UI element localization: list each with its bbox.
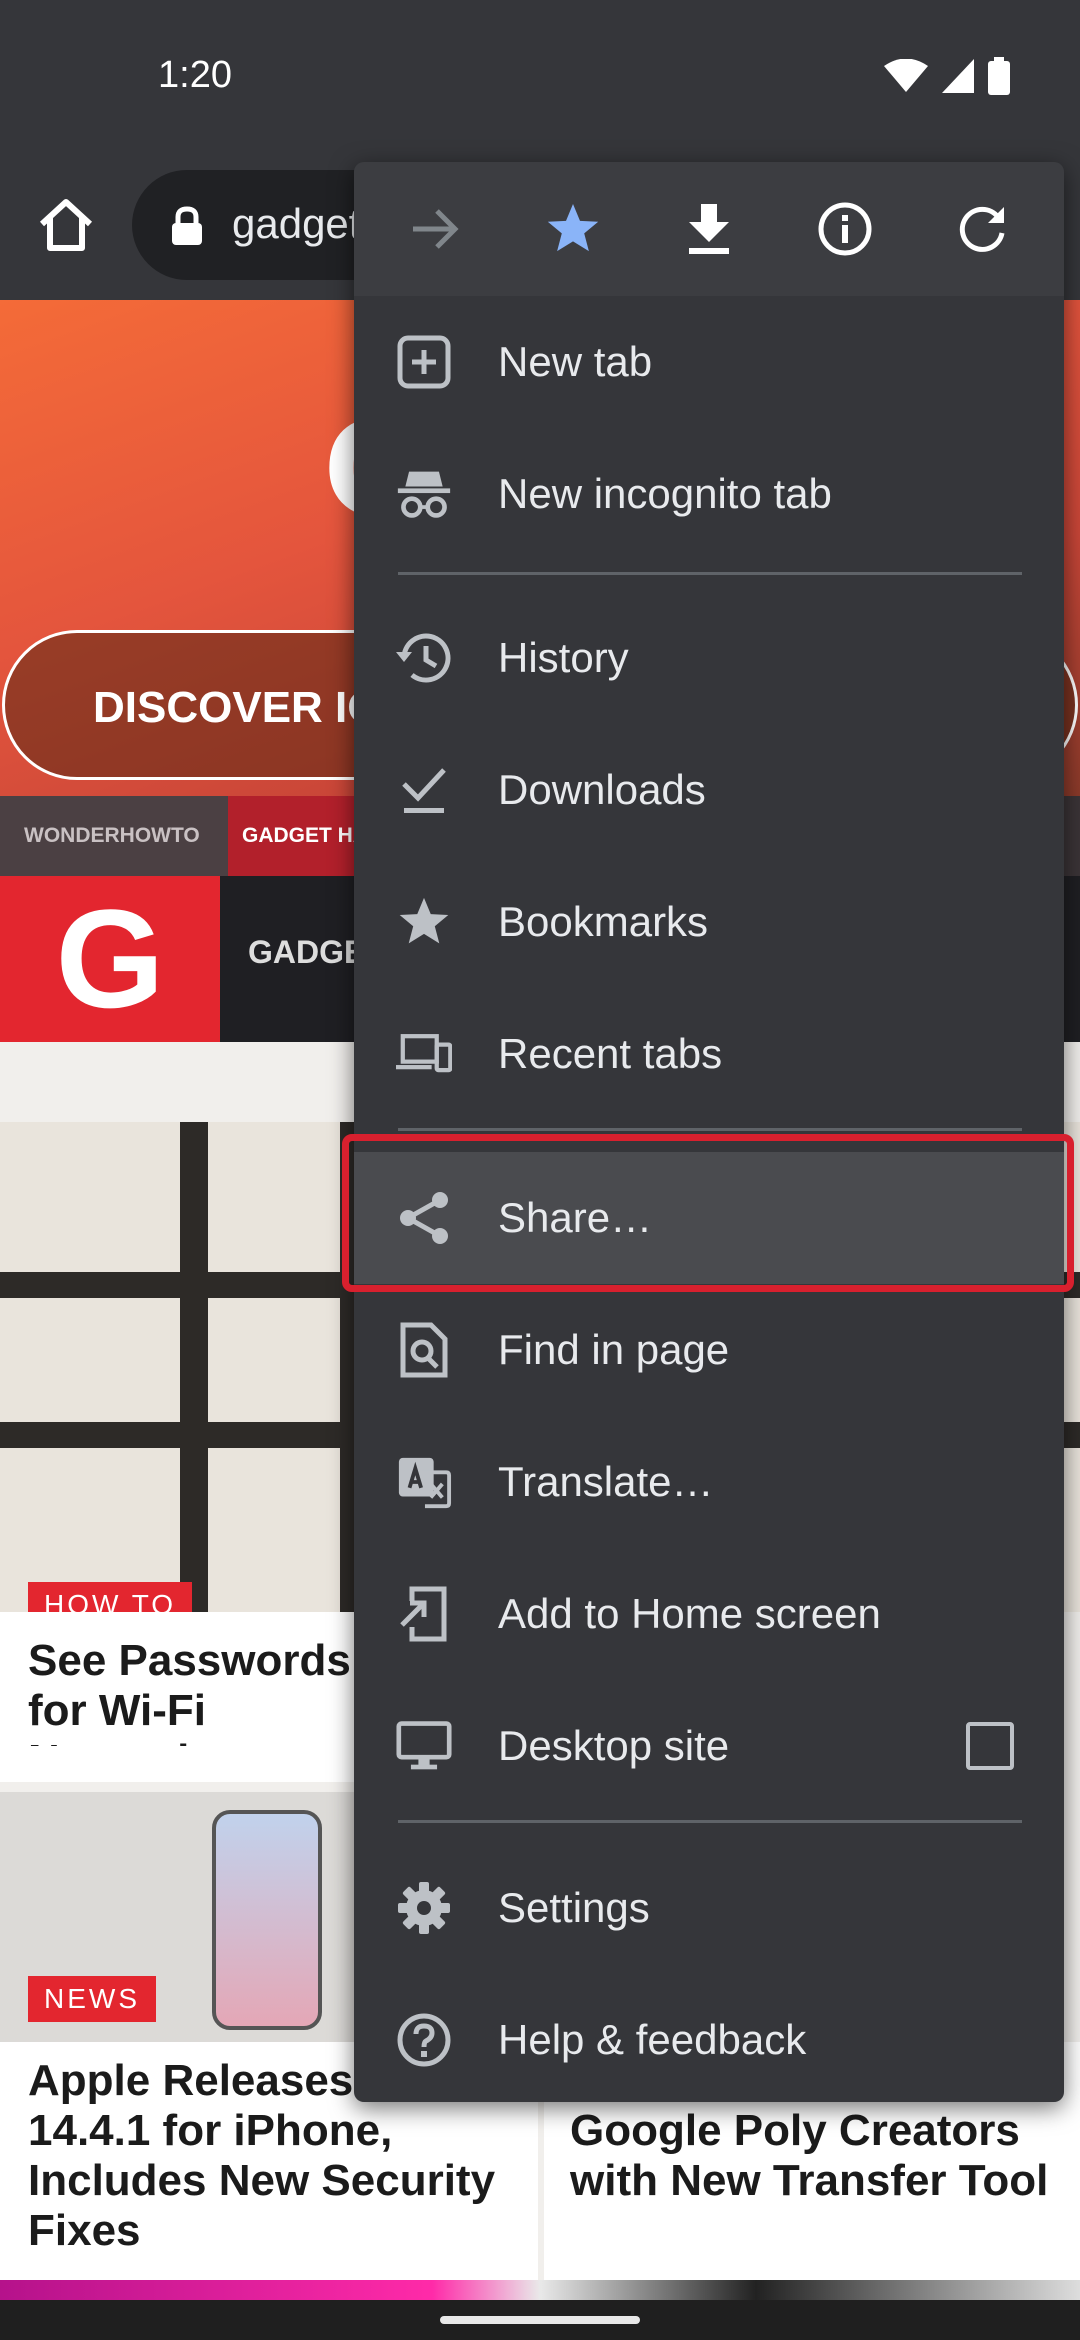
home-button[interactable] — [28, 190, 104, 260]
menu-item-add-to-home-screen[interactable]: Add to Home screen — [354, 1548, 1064, 1680]
article-image-strip — [0, 2280, 1080, 2300]
refresh-button[interactable] — [937, 184, 1027, 274]
menu-item-label: Bookmarks — [498, 898, 709, 945]
home-icon — [39, 199, 93, 251]
overflow-menu: New tab New incognito tab History Downlo… — [354, 162, 1064, 2102]
menu-divider — [398, 1128, 1022, 1131]
info-icon — [818, 202, 872, 256]
menu-item-label: Translate… — [498, 1458, 714, 1505]
menu-item-recent-tabs[interactable]: Recent tabs — [354, 988, 1064, 1120]
download-button[interactable] — [664, 184, 754, 274]
share-highlight-outline — [342, 1134, 1074, 1292]
help-icon — [396, 2012, 452, 2068]
menu-divider — [398, 572, 1022, 575]
menu-item-help-feedback[interactable]: Help & feedback — [354, 1974, 1064, 2106]
bookmark-button[interactable] — [528, 184, 618, 274]
menu-divider — [398, 1820, 1022, 1823]
menu-item-translate[interactable]: Translate… — [354, 1416, 1064, 1548]
gesture-handle[interactable] — [440, 2316, 640, 2324]
menu-item-label: New incognito tab — [498, 470, 832, 517]
desktop-icon — [396, 1718, 452, 1774]
page-info-button[interactable] — [800, 184, 890, 274]
article-tag: NEWS — [28, 1976, 156, 2022]
menu-item-settings[interactable]: Settings — [354, 1842, 1064, 1974]
menu-item-new-tab[interactable]: New tab — [354, 296, 1064, 428]
article-tag: HOW TO — [28, 1582, 193, 1612]
refresh-icon — [959, 206, 1005, 252]
menu-item-label: Downloads — [498, 766, 706, 813]
forward-button[interactable] — [391, 184, 481, 274]
iphone-image — [212, 1810, 322, 2030]
menu-item-label: New tab — [498, 338, 653, 385]
site-nav-item-wonderhowto[interactable]: WONDERHOWTO — [0, 796, 228, 876]
menu-action-row — [354, 162, 1064, 296]
new-tab-icon — [396, 334, 452, 390]
menu-item-desktop-site[interactable]: Desktop site — [354, 1680, 1064, 1812]
incognito-icon — [396, 466, 452, 522]
system-nav-bar — [0, 2300, 1080, 2340]
menu-item-label: Add to Home screen — [498, 1590, 881, 1637]
recent-tabs-icon — [396, 1026, 452, 1082]
menu-item-label: Help & feedback — [498, 2016, 807, 2063]
status-bar: 1:20 — [0, 0, 1080, 150]
brand-logo[interactable]: G — [0, 876, 220, 1042]
download-icon — [688, 204, 729, 254]
wifi-icon — [884, 59, 928, 92]
battery-icon — [988, 57, 1010, 95]
menu-item-label: Settings — [498, 1884, 650, 1931]
cell-signal-icon — [942, 59, 974, 93]
status-icons — [884, 57, 1010, 95]
menu-item-bookmarks[interactable]: Bookmarks — [354, 856, 1064, 988]
menu-item-label: Recent tabs — [498, 1030, 723, 1077]
menu-item-label: Desktop site — [498, 1722, 730, 1769]
bookmarks-icon — [396, 894, 452, 950]
settings-icon — [396, 1880, 452, 1936]
status-time: 1:20 — [158, 54, 232, 96]
menu-item-history[interactable]: History — [354, 592, 1064, 724]
add-to-home-icon — [396, 1586, 452, 1642]
find-in-page-icon — [396, 1322, 452, 1378]
menu-item-label: History — [498, 634, 629, 681]
downloads-icon — [396, 762, 452, 818]
menu-item-label: Find in page — [498, 1326, 730, 1373]
forward-icon — [413, 209, 459, 249]
article-title[interactable]: See Passwords for Wi-Fi Networks on Your… — [28, 1636, 368, 1746]
menu-item-find-in-page[interactable]: Find in page — [354, 1284, 1064, 1416]
bookmark-star-icon — [547, 204, 598, 252]
menu-item-new-incognito-tab[interactable]: New incognito tab — [354, 428, 1064, 560]
desktop-site-checkbox[interactable] — [966, 1722, 1014, 1770]
lock-icon — [172, 206, 202, 245]
history-icon — [396, 630, 452, 686]
translate-icon — [396, 1454, 452, 1510]
menu-item-downloads[interactable]: Downloads — [354, 724, 1064, 856]
